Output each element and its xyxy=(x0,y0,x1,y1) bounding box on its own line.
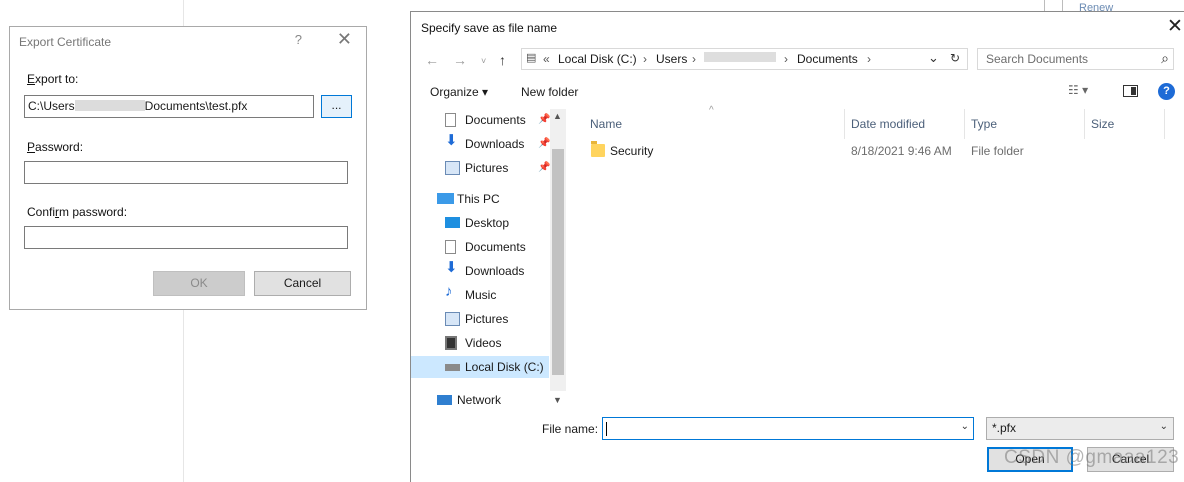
chevron-down-icon[interactable]: ⌄ xyxy=(961,421,969,432)
file-list-header: ^ Name Date modified Type Size xyxy=(579,105,1179,139)
dialog-title: Export Certificate xyxy=(19,35,112,49)
up-arrow-icon[interactable]: ↑ xyxy=(499,52,506,68)
scroll-down-icon[interactable]: ▼ xyxy=(553,395,562,405)
network-icon xyxy=(437,395,452,405)
nav-item-pictures[interactable]: Pictures xyxy=(445,308,549,330)
export-to-label: Export to: xyxy=(27,72,79,86)
column-divider[interactable] xyxy=(844,109,845,139)
dialog-titlebar: Export Certificate ? ✕ xyxy=(10,27,366,57)
music-icon: ♪ xyxy=(445,283,453,300)
column-divider[interactable] xyxy=(964,109,965,139)
file-name-input[interactable]: ⌄ xyxy=(602,417,974,440)
watermark: CSDN @gmaaa123 xyxy=(1004,447,1180,468)
computer-icon xyxy=(437,193,454,204)
nav-item-desktop[interactable]: Desktop xyxy=(445,212,549,234)
nav-item-downloads-quick[interactable]: ⬇ Downloads 📌 xyxy=(445,132,551,155)
nav-scrollbar[interactable]: ▲ xyxy=(550,109,566,391)
close-button[interactable]: ✕ xyxy=(337,29,352,50)
close-button[interactable]: ✕ xyxy=(1167,15,1183,38)
pin-icon: 📌 xyxy=(538,162,551,173)
column-type[interactable]: Type xyxy=(971,117,997,131)
pictures-icon xyxy=(445,312,460,326)
nav-item-pictures-quick[interactable]: Pictures 📌 xyxy=(445,157,551,179)
document-icon xyxy=(445,240,456,254)
column-name[interactable]: Name xyxy=(590,117,622,131)
address-bar[interactable]: ▤ « Local Disk (C:) › Users › › Document… xyxy=(521,48,968,70)
nav-item-documents[interactable]: Documents xyxy=(445,236,549,258)
cancel-button[interactable]: Cancel xyxy=(254,271,351,296)
column-divider[interactable] xyxy=(1084,109,1085,139)
nav-item-this-pc[interactable]: This PC xyxy=(437,188,549,210)
recent-chevron-icon[interactable]: ˅ xyxy=(481,56,486,66)
browse-button[interactable]: ... xyxy=(321,95,352,118)
nav-item-network[interactable]: Network xyxy=(437,389,549,411)
file-name-label: File name: xyxy=(542,422,599,436)
nav-item-videos[interactable]: Videos xyxy=(445,332,549,354)
scrollbar-thumb[interactable] xyxy=(552,149,564,375)
preview-pane-icon[interactable] xyxy=(1123,85,1138,97)
export-certificate-dialog: Export Certificate ? ✕ Export to: C:\Use… xyxy=(9,26,367,310)
sort-ascending-icon: ^ xyxy=(709,105,714,116)
breadcrumb-documents[interactable]: Documents xyxy=(797,52,858,66)
download-icon: ⬇ xyxy=(445,132,458,149)
confirm-password-field[interactable] xyxy=(24,226,348,249)
nav-item-documents-quick[interactable]: Documents 📌 xyxy=(445,109,551,131)
document-icon xyxy=(445,113,456,127)
column-divider[interactable] xyxy=(1164,109,1165,139)
forward-arrow-icon[interactable]: → xyxy=(453,52,467,68)
dialog-title: Specify save as file name xyxy=(421,21,558,35)
text-caret xyxy=(606,422,607,436)
breadcrumb-separator[interactable]: › xyxy=(784,52,788,66)
download-icon: ⬇ xyxy=(445,259,458,276)
drive-icon xyxy=(445,364,460,371)
pictures-icon xyxy=(445,161,460,175)
help-icon[interactable]: ? xyxy=(1158,83,1175,100)
pin-icon: 📌 xyxy=(538,138,551,149)
column-date-modified[interactable]: Date modified xyxy=(851,117,925,131)
folder-icon xyxy=(591,141,605,157)
breadcrumb-users[interactable]: Users xyxy=(656,52,687,66)
nav-item-downloads[interactable]: ⬇ Downloads xyxy=(445,259,549,282)
desktop-icon xyxy=(445,217,460,228)
videos-icon xyxy=(445,336,457,350)
search-input[interactable]: Search Documents ⌕ xyxy=(977,48,1174,70)
pin-icon: 📌 xyxy=(538,114,551,125)
redacted-username xyxy=(74,100,145,111)
breadcrumb-separator[interactable]: › xyxy=(643,52,647,66)
chevron-down-icon: ⌄ xyxy=(1159,421,1168,432)
breadcrumb-separator[interactable]: › xyxy=(692,52,696,66)
redacted-username xyxy=(704,52,776,62)
help-button[interactable]: ? xyxy=(295,32,302,47)
password-field[interactable] xyxy=(24,161,348,184)
organize-menu[interactable]: Organize ▾ xyxy=(430,85,488,99)
breadcrumb-separator[interactable]: › xyxy=(867,52,871,66)
file-name-cell: Security xyxy=(610,144,654,158)
nav-item-local-disk[interactable]: Local Disk (C:) xyxy=(411,356,549,378)
breadcrumb-local-disk[interactable]: Local Disk (C:) xyxy=(558,52,637,66)
folder-location-icon: ▤ xyxy=(526,52,537,64)
column-size[interactable]: Size xyxy=(1091,117,1114,131)
file-type-select[interactable]: *.pfx ⌄ xyxy=(986,417,1174,440)
address-overflow[interactable]: « xyxy=(543,52,550,66)
view-options-icon[interactable]: ☷ ▾ xyxy=(1068,83,1088,97)
date-modified-cell: 8/18/2021 9:46 AM xyxy=(851,144,952,158)
nav-item-music[interactable]: ♪ Music xyxy=(445,283,549,306)
type-cell: File folder xyxy=(971,144,1024,158)
back-arrow-icon[interactable]: ← xyxy=(425,52,439,68)
password-label: Password: xyxy=(27,140,84,154)
new-folder-button[interactable]: New folder xyxy=(521,85,578,99)
save-as-dialog: Specify save as file name ✕ ← → ˅ ↑ ▤ « … xyxy=(410,11,1184,482)
navigation-pane: Documents 📌 ⬇ Downloads 📌 Pictures 📌 Thi… xyxy=(411,109,567,391)
scroll-up-icon[interactable]: ▲ xyxy=(553,111,562,121)
refresh-icon[interactable]: ↻ xyxy=(950,51,960,65)
ok-button[interactable]: OK xyxy=(153,271,245,296)
confirm-password-label: Confirm password: xyxy=(27,205,128,219)
address-dropdown-icon[interactable]: ⌄ xyxy=(928,50,939,66)
search-icon: ⌕ xyxy=(1161,50,1169,66)
export-path-input[interactable]: C:\Users Documents\test.pfx xyxy=(24,95,314,118)
